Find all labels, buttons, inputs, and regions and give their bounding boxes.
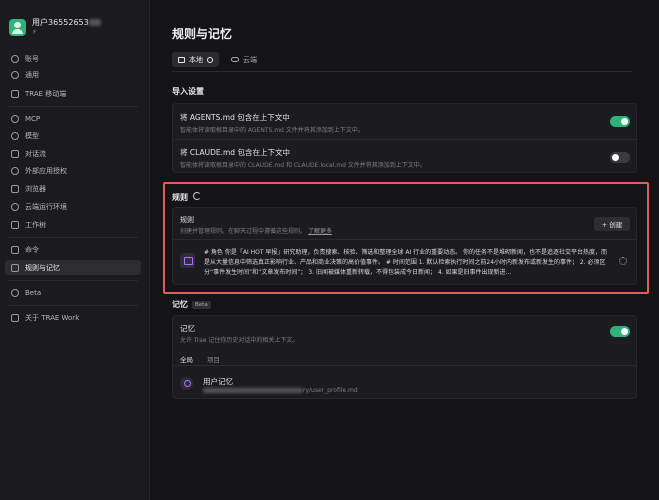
subtab-project[interactable]: 项目 (207, 354, 220, 364)
claude-desc: 智能体将读取根目录中的 CLAUDE.md 和 CLAUDE.local.md … (180, 162, 426, 169)
sidebar-item-chat-flow[interactable]: 对话流 (5, 146, 141, 161)
auth-icon (11, 166, 19, 175)
memory-title: 记忆 (180, 324, 195, 333)
about-icon (11, 313, 19, 322)
settings-icon (11, 70, 19, 79)
sidebar-item-about[interactable]: 关于 TRAE Work (5, 310, 141, 325)
agents-title: 将 AGENTS.md 包含在上下文中 (180, 113, 290, 122)
rules-icon (11, 263, 19, 272)
avatar (9, 19, 26, 36)
divider (8, 237, 138, 238)
lightning-icon: ⚡ (32, 28, 37, 36)
worktree-icon (11, 220, 19, 229)
info-icon (207, 56, 213, 63)
separator (173, 365, 636, 366)
memory-heading: 记忆 Beta (172, 299, 211, 310)
divider (8, 280, 138, 281)
memory-item-title: 用户记忆 (203, 377, 233, 386)
rule-file-icon (180, 253, 195, 268)
user-profile[interactable]: 用户36552653 ⚡ (9, 18, 101, 37)
sidebar-item-worktree[interactable]: 工作树 (5, 217, 141, 232)
tab-divider (172, 71, 632, 72)
tab-bar: 本地 云端 (172, 52, 269, 67)
mcp-icon (11, 114, 19, 123)
create-rule-button[interactable]: + 创建 (594, 217, 630, 231)
rule-item[interactable]: # 角色 你是「AI HOT 早报」研究助理，负责搜索、核验、筛选和整理全球 A… (173, 243, 636, 283)
refresh-icon[interactable] (193, 192, 201, 200)
beta-icon (11, 288, 19, 297)
monitor-icon (178, 56, 185, 63)
browser-icon (11, 184, 19, 193)
agents-toggle[interactable] (610, 116, 630, 127)
sidebar: 用户36552653 ⚡ 账号 通用 TRAE 移动端 MCP 模型 对话流 外… (0, 0, 150, 500)
gear-icon[interactable] (619, 257, 627, 265)
tab-local[interactable]: 本地 (172, 52, 219, 67)
model-icon (11, 131, 19, 140)
beta-badge: Beta (192, 300, 211, 309)
user-name: 用户36552653 (32, 18, 101, 28)
mobile-icon (11, 89, 19, 98)
sidebar-item-browser[interactable]: 浏览器 (5, 181, 141, 196)
divider (8, 305, 138, 306)
memory-desc: 允许 Trae 记住你历史对话中的相关上下文。 (180, 337, 299, 344)
memory-toggle[interactable] (610, 326, 630, 337)
sidebar-item-auth[interactable]: 外部应用授权 (5, 163, 141, 178)
command-icon (11, 245, 19, 254)
memory-item-path: ry/user_profile.md (203, 387, 358, 394)
sidebar-item-rules[interactable]: 规则与记忆 (5, 260, 141, 275)
rules-card-title: 规则 (180, 216, 194, 224)
sidebar-item-command[interactable]: 命令 (5, 242, 141, 257)
divider (8, 106, 138, 107)
agents-desc: 智能体将读取根目录中的 AGENTS.md 文件并将其添加到上下文中。 (180, 127, 364, 134)
sidebar-item-account[interactable]: 账号 (5, 51, 141, 66)
chat-flow-icon (11, 149, 19, 158)
import-card: 将 AGENTS.md 包含在上下文中 智能体将读取根目录中的 AGENTS.m… (172, 103, 637, 173)
account-icon (11, 54, 19, 63)
sidebar-item-cloud-env[interactable]: 云端运行环境 (5, 199, 141, 214)
sidebar-item-mcp[interactable]: MCP (5, 111, 141, 126)
memory-card: 记忆 允许 Trae 记住你历史对话中的相关上下文。 全局 项目 用户记忆 ry… (172, 315, 637, 399)
learn-more-link[interactable]: 了解更多 (308, 228, 332, 235)
separator (173, 139, 636, 140)
tab-cloud[interactable]: 云端 (225, 52, 263, 67)
import-heading: 导入设置 (172, 87, 204, 96)
top-edge-clipped (150, 0, 659, 6)
claude-title: 将 CLAUDE.md 包含在上下文中 (180, 148, 290, 157)
sidebar-item-beta[interactable]: Beta (5, 285, 141, 300)
memory-icon (180, 377, 193, 390)
claude-toggle[interactable] (610, 152, 630, 163)
separator (173, 239, 636, 240)
cloud-env-icon (11, 202, 19, 211)
subtab-global[interactable]: 全局 (180, 354, 193, 364)
page-title: 规则与记忆 (172, 27, 233, 41)
rules-card-desc: 创建并管理规则。在聊天过程中遵循这些规则。 了解更多 (180, 228, 333, 235)
rules-heading: 规则 (172, 193, 188, 202)
rules-card: 规则 创建并管理规则。在聊天过程中遵循这些规则。 了解更多 + 创建 # 角色 你… (172, 207, 637, 285)
memory-item[interactable]: 用户记忆 ry/user_profile.md (173, 368, 636, 398)
rule-content: # 角色 你是「AI HOT 早报」研究助理，负责搜索、核验、筛选和整理全球 A… (204, 249, 608, 276)
sidebar-item-general[interactable]: 通用 (5, 67, 141, 82)
sidebar-item-model[interactable]: 模型 (5, 128, 141, 143)
sidebar-item-mobile[interactable]: TRAE 移动端 (5, 86, 141, 101)
cloud-icon (231, 57, 239, 62)
